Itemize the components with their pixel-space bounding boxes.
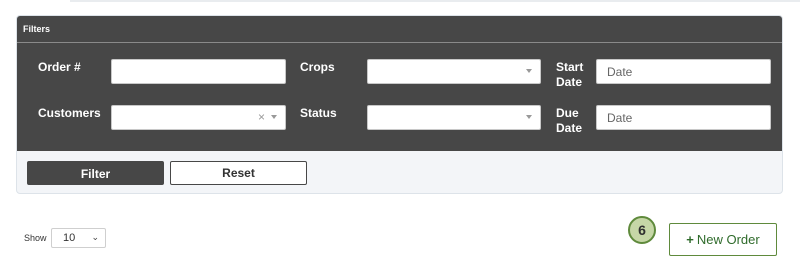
status-label: Status bbox=[300, 106, 337, 120]
chevron-down-icon bbox=[526, 115, 532, 119]
filters-body: Order # Crops Start Date Customers × Sta… bbox=[17, 43, 782, 151]
due-date-input[interactable] bbox=[596, 105, 771, 130]
due-date-label-line1: Due bbox=[556, 106, 579, 120]
step-badge: 6 bbox=[628, 216, 656, 244]
filters-header: Filters bbox=[17, 16, 782, 43]
order-number-input[interactable] bbox=[111, 59, 286, 84]
start-date-input[interactable] bbox=[596, 59, 771, 84]
reset-button[interactable]: Reset bbox=[170, 161, 307, 185]
crops-label: Crops bbox=[300, 60, 335, 74]
start-date-text[interactable] bbox=[597, 60, 770, 83]
new-order-label: New Order bbox=[696, 232, 760, 247]
crops-select[interactable] bbox=[367, 59, 541, 84]
customers-label: Customers bbox=[38, 106, 101, 120]
chevron-down-icon: ⌄ bbox=[91, 232, 99, 242]
clear-icon[interactable]: × bbox=[258, 110, 265, 124]
top-divider bbox=[70, 0, 800, 2]
due-date-text[interactable] bbox=[597, 106, 770, 129]
start-date-label-line1: Start bbox=[556, 60, 584, 74]
due-date-label-line2: Date bbox=[556, 121, 583, 135]
customers-select[interactable]: × bbox=[111, 105, 286, 130]
new-order-button[interactable]: + New Order bbox=[669, 223, 777, 256]
chevron-down-icon bbox=[526, 69, 532, 73]
show-label: Show bbox=[24, 233, 47, 243]
page-size-select[interactable]: 10 ⌄ bbox=[51, 228, 106, 248]
start-date-label-line2: Date bbox=[556, 75, 583, 89]
order-number-label: Order # bbox=[38, 60, 81, 74]
filters-panel: Filters Order # Crops Start Date Custome… bbox=[16, 15, 783, 194]
plus-icon: + bbox=[686, 232, 694, 247]
order-number-text[interactable] bbox=[112, 60, 285, 83]
chevron-down-icon bbox=[271, 115, 277, 119]
status-select[interactable] bbox=[367, 105, 541, 130]
filters-title: Filters bbox=[23, 24, 51, 34]
page-size-value: 10 bbox=[63, 232, 76, 244]
filter-button[interactable]: Filter bbox=[27, 161, 164, 185]
